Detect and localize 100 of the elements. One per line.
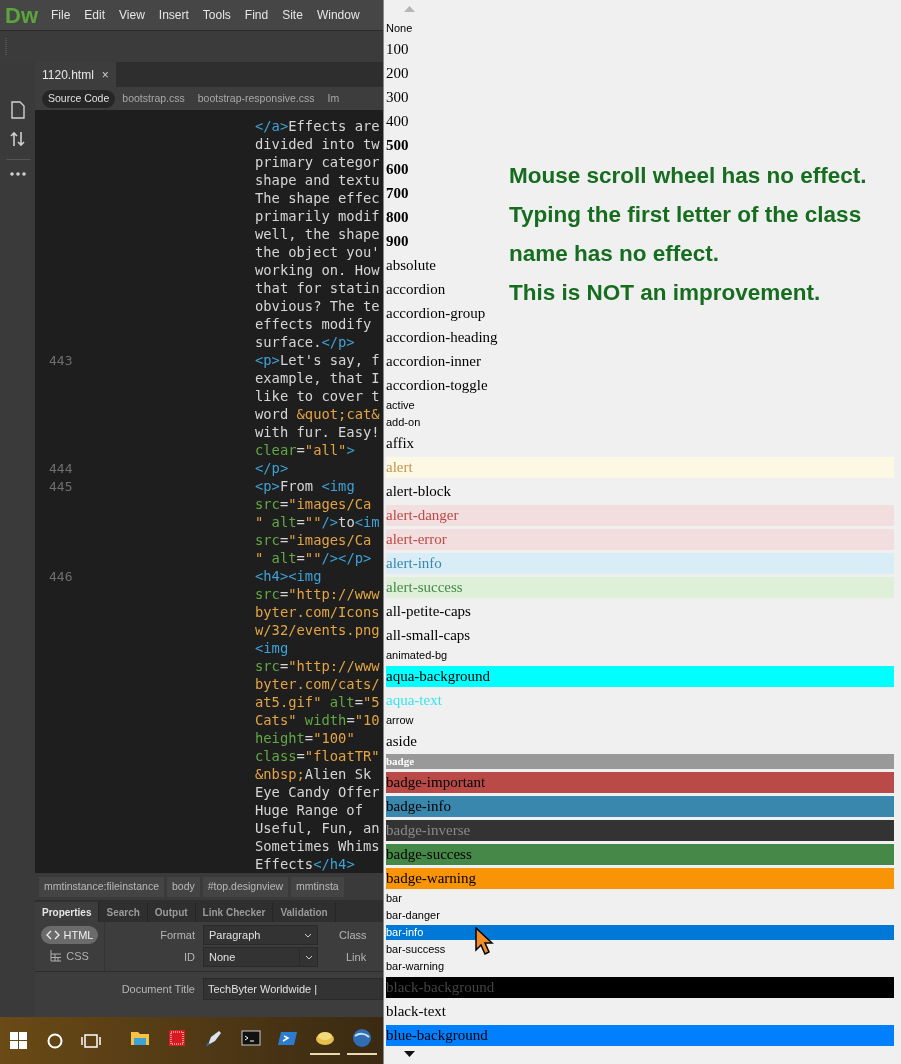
class-option[interactable]: 400 — [386, 110, 409, 132]
menu-item[interactable]: Tools — [195, 6, 238, 24]
windows-logo-icon[interactable] — [10, 1032, 27, 1049]
menu-item[interactable]: Window — [309, 6, 367, 24]
menu-item[interactable]: View — [112, 6, 152, 24]
close-button[interactable]: × — [101, 65, 109, 84]
more-icon[interactable] — [9, 172, 26, 176]
document-title-field[interactable]: TechByter Worldwide | — [203, 978, 383, 1000]
code-line: w/32/events.png — [255, 620, 380, 640]
class-option[interactable]: affix — [386, 432, 415, 454]
annotation-text: Typing the first letter of the class name has no effect. — [509, 201, 863, 268]
id-dropdown[interactable]: None — [203, 947, 318, 967]
class-option[interactable]: black-text — [386, 1000, 446, 1022]
class-option[interactable]: alert-success — [386, 576, 894, 598]
class-option[interactable]: aqua-background — [386, 665, 894, 687]
mode-toggle[interactable]: CSS — [45, 947, 94, 965]
class-option[interactable]: 600 — [386, 158, 409, 180]
breadcrumb[interactable]: #top.designview — [202, 876, 289, 897]
class-option[interactable]: accordion-toggle — [386, 374, 488, 396]
menu-item[interactable]: Find — [237, 6, 276, 24]
code-line: Effects</h4> — [255, 854, 355, 873]
code-line: <p>From <img — [255, 476, 355, 496]
task-view-icon[interactable] — [81, 1033, 101, 1048]
code-line: </p> — [255, 458, 289, 478]
sort-arrows-icon[interactable] — [8, 131, 27, 147]
menu-item[interactable]: Site — [275, 6, 310, 24]
class-option[interactable]: absolute — [386, 254, 436, 276]
class-option[interactable]: 200 — [386, 62, 409, 84]
related-file-tab[interactable]: Source Code — [42, 89, 116, 108]
class-option[interactable]: aside — [386, 730, 417, 752]
class-option[interactable]: arrow — [386, 713, 414, 728]
class-option[interactable]: 100 — [386, 38, 409, 60]
code-line: " alt=""/>to<im — [255, 512, 380, 532]
mode-toggle[interactable]: HTML — [40, 926, 99, 944]
id-label: ID — [183, 949, 196, 965]
class-option[interactable]: 900 — [386, 230, 409, 252]
code-line: " alt=""/></p> — [255, 548, 372, 568]
breadcrumb[interactable]: mmtinstance:fileinstance — [39, 876, 164, 897]
menu-item[interactable]: File — [44, 6, 78, 24]
code-line: Useful, Fun, an — [255, 818, 380, 838]
class-option[interactable]: all-petite-caps — [386, 600, 471, 622]
class-option[interactable]: badge-important — [386, 771, 894, 793]
scroll-down-icon[interactable] — [404, 1051, 415, 1057]
class-option[interactable]: add-on — [386, 415, 421, 430]
line-number: 446 — [49, 569, 73, 584]
class-option[interactable]: accordion — [386, 278, 446, 300]
class-option[interactable]: alert-danger — [386, 504, 894, 526]
class-option[interactable]: badge-warning — [386, 867, 894, 889]
code-line: at5.gif" alt="5 — [255, 692, 380, 712]
code-icon — [45, 930, 60, 940]
class-option[interactable]: bar-warning — [386, 959, 445, 974]
code-line: shape and textu — [255, 170, 380, 190]
class-option[interactable]: active — [386, 398, 415, 413]
file-name: 1120.html — [42, 66, 94, 84]
class-option[interactable]: bar — [386, 891, 402, 906]
annotation-text: Mouse scroll wheel has no effect. — [509, 162, 868, 190]
related-file-tab[interactable]: bootstrap.css — [116, 89, 191, 108]
class-option[interactable]: bar-danger — [386, 908, 440, 923]
class-option[interactable]: animated-bg — [386, 648, 448, 663]
class-option[interactable]: blue-background — [386, 1024, 894, 1046]
class-option[interactable]: alert-block — [386, 480, 451, 502]
code-line: src="images/Ca — [255, 494, 372, 514]
document-icon[interactable] — [9, 101, 26, 119]
class-option[interactable]: 800 — [386, 206, 409, 228]
document-tab[interactable]: 1120.html × — [35, 62, 116, 87]
class-option[interactable]: 300 — [386, 86, 409, 108]
menu-item[interactable]: Insert — [151, 6, 196, 24]
code-line: clear="all"> — [255, 440, 355, 460]
code-line: <img — [255, 638, 289, 658]
class-option[interactable]: alert-error — [386, 528, 894, 550]
class-option[interactable]: 700 — [386, 182, 409, 204]
code-line: effects modify — [255, 314, 372, 334]
breadcrumb[interactable]: mmtinsta — [291, 876, 344, 897]
related-file-tab[interactable]: Im — [321, 89, 346, 108]
related-file-tab[interactable]: bootstrap-responsive.css — [191, 89, 321, 108]
class-option[interactable]: badge-inverse — [386, 819, 894, 841]
class-option[interactable]: accordion-heading — [386, 326, 498, 348]
class-option[interactable]: bar-info — [386, 925, 894, 940]
code-line: the object you' — [255, 242, 380, 262]
globe-icon[interactable] — [350, 1026, 373, 1049]
breadcrumb[interactable]: body — [166, 876, 200, 897]
class-option[interactable]: badge-success — [386, 843, 894, 865]
menu-item[interactable]: Edit — [77, 6, 113, 24]
class-option[interactable]: all-small-caps — [386, 624, 471, 646]
format-dropdown[interactable]: Paragraph — [203, 925, 318, 945]
code-line: </a>Effects are — [255, 116, 380, 136]
code-line: with fur. Easy! — [255, 422, 380, 442]
class-option[interactable]: badge-info — [386, 795, 894, 817]
code-line: byter.com/Icons — [255, 602, 380, 622]
code-line: that for statin — [255, 278, 380, 298]
class-option[interactable]: accordion-inner — [386, 350, 481, 372]
class-option[interactable]: None — [386, 21, 413, 36]
search-circle-icon[interactable] — [47, 1032, 63, 1049]
code-line: Cats" width="10 — [255, 710, 380, 730]
class-option[interactable]: accordion-group — [386, 302, 486, 324]
code-line: obvious? The te — [255, 296, 380, 316]
class-option[interactable]: 500 — [386, 134, 409, 156]
panel-tab[interactable]: Properties — [35, 902, 100, 922]
code-line: src="http://www — [255, 584, 380, 604]
class-option[interactable]: bar-success — [386, 942, 446, 957]
